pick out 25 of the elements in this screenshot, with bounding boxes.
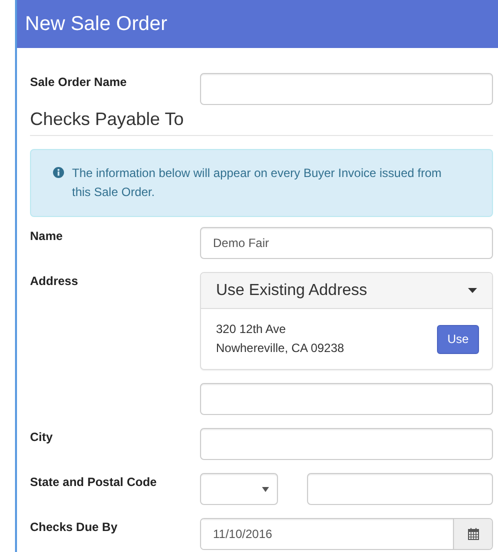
address-dropdown[interactable]: Use Existing Address [201, 273, 492, 309]
state-select[interactable] [200, 473, 278, 505]
caret-icon [262, 486, 269, 492]
calendar-button[interactable] [453, 519, 492, 549]
text-field[interactable] [200, 383, 493, 415]
info-icon [53, 167, 64, 178]
field-label: Address [30, 273, 78, 288]
field-label: Name [30, 228, 63, 243]
date-field[interactable]: 11/10/2016 [200, 518, 493, 550]
field-label: Checks Due By [30, 519, 118, 534]
text-field[interactable] [200, 428, 493, 460]
address-line: Nowhereville, CA 09238 [216, 340, 344, 357]
calendar-icon [468, 528, 478, 540]
address-line: 320 12th Ave [216, 321, 287, 338]
caret-icon [468, 288, 477, 293]
text-field[interactable]: Demo Fair [200, 227, 493, 259]
page-header: New Sale Order [17, 0, 498, 48]
postal-code-field[interactable] [307, 473, 493, 505]
field-label: Sale Order Name [30, 74, 127, 89]
use-button[interactable]: Use [437, 324, 479, 354]
notice-text: The information below will appear on every Buyer Invoice issued from this Sale Order. [72, 165, 443, 201]
field-label: State and Postal Code [30, 474, 157, 489]
text-field[interactable] [200, 73, 493, 105]
section-heading: Checks Payable To [30, 105, 493, 136]
field-label: City [30, 429, 53, 444]
